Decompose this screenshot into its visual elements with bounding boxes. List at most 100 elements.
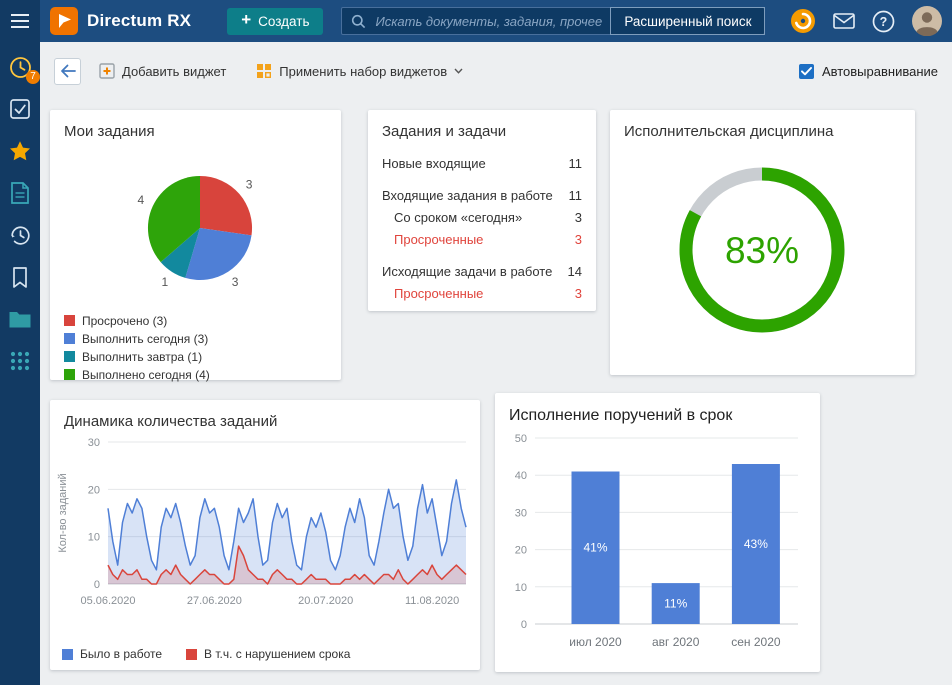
donut-chart: 83% — [610, 144, 915, 374]
svg-text:4: 4 — [138, 193, 145, 207]
svg-text:10: 10 — [88, 531, 100, 543]
sidebar-item-assignments[interactable]: 7 — [7, 54, 33, 80]
svg-text:11%: 11% — [664, 597, 687, 611]
widget-task-dynamics[interactable]: Динамика количества заданий 0 10 20 30 Кол-в… — [50, 400, 480, 670]
widget-discipline[interactable]: Исполнительская дисциплина 83% — [610, 110, 915, 375]
sidebar-item-recent[interactable] — [7, 222, 33, 248]
task-summary-row[interactable]: Входящие задания в работе11 — [382, 185, 582, 207]
dashboard: Добавить виджет Применить набор виджетов… — [40, 42, 952, 685]
task-check-icon — [9, 98, 31, 120]
add-widget-button[interactable]: Добавить виджет — [99, 63, 226, 79]
widget-title: Исполнение поручений в срок — [495, 393, 820, 426]
svg-text:3: 3 — [246, 177, 253, 191]
svg-text:30: 30 — [515, 507, 527, 519]
legend-item: Было в работе — [62, 647, 162, 661]
menu-button[interactable] — [0, 0, 40, 42]
svg-text:40: 40 — [515, 470, 527, 482]
create-button[interactable]: + Создать — [227, 8, 323, 35]
history-icon — [9, 224, 32, 247]
svg-text:50: 50 — [515, 433, 527, 445]
document-icon — [10, 181, 30, 205]
legend-item: Выполнено сегодня (4) — [64, 366, 341, 384]
search-bar[interactable]: Расширенный поиск — [341, 7, 765, 35]
legend-item: Выполнить сегодня (3) — [64, 330, 341, 348]
auto-align-label: Автовыравнивание — [822, 64, 938, 79]
dashboard-toolbar: Добавить виджет Применить набор виджетов… — [40, 42, 952, 100]
pie-chart: 3 3 1 4 — [50, 144, 341, 307]
svg-text:83%: 83% — [725, 230, 799, 271]
svg-text:сен 2020: сен 2020 — [731, 635, 781, 649]
plus-icon: + — [241, 10, 251, 30]
widget-ontime-orders[interactable]: Исполнение поручений в срок 0 10 20 30 40 50 4… — [495, 393, 820, 672]
folder-icon — [8, 309, 32, 329]
star-icon — [8, 139, 32, 163]
svg-text:05.06.2020: 05.06.2020 — [80, 595, 135, 607]
sidebar-item-documents[interactable] — [7, 180, 33, 206]
directum-logo-icon — [50, 7, 78, 35]
tasks-summary-list: Новые входящие11 Входящие задания в работ… — [368, 144, 596, 305]
svg-text:июл 2020: июл 2020 — [569, 635, 622, 649]
check-icon — [801, 67, 812, 76]
widget-title: Задания и задачи — [368, 110, 596, 144]
svg-text:10: 10 — [515, 582, 527, 594]
widget-title: Динамика количества заданий — [50, 400, 480, 434]
assistant-icon[interactable] — [790, 8, 816, 34]
svg-text:авг 2020: авг 2020 — [652, 635, 700, 649]
bar-chart: 0 10 20 30 40 50 41% июл 2020 11% авг 2020 43% сен … — [495, 426, 820, 669]
svg-text:1: 1 — [162, 275, 169, 289]
widget-set-icon — [256, 63, 272, 79]
sidebar-item-tasks[interactable] — [7, 96, 33, 122]
help-icon[interactable]: ? — [872, 10, 895, 33]
svg-text:27.06.2020: 27.06.2020 — [187, 595, 242, 607]
svg-text:43%: 43% — [744, 537, 768, 551]
topbar: Directum RX + Создать Расширенный поиск — [0, 0, 952, 42]
search-input[interactable] — [373, 13, 606, 30]
legend-item: Выполнить завтра (1) — [64, 348, 341, 366]
search-icon — [351, 14, 366, 29]
app-name: Directum RX — [87, 11, 191, 31]
line-chart: 0 10 20 30 Кол-во заданий 05.06.2020 27.06.202… — [50, 434, 480, 645]
svg-text:20: 20 — [515, 545, 527, 557]
widget-my-tasks[interactable]: Мои задания 3314 Просрочено (3)Выполнить… — [50, 110, 341, 380]
sidebar-item-folders[interactable] — [7, 306, 33, 332]
sidebar-item-apps[interactable] — [7, 348, 33, 374]
svg-text:?: ? — [880, 15, 888, 29]
user-avatar[interactable] — [912, 6, 942, 36]
task-summary-row[interactable]: Исходящие задачи в работе14 — [382, 261, 582, 283]
task-summary-row[interactable]: Просроченные3 — [382, 229, 582, 251]
sidebar-item-bookmarks[interactable] — [7, 264, 33, 290]
svg-text:0: 0 — [521, 619, 527, 631]
svg-text:30: 30 — [88, 437, 100, 449]
auto-align-checkbox[interactable] — [799, 64, 814, 79]
apply-widget-set-button[interactable]: Применить набор виджетов — [256, 63, 463, 79]
assignments-count-badge: 7 — [26, 70, 40, 84]
svg-text:20: 20 — [88, 484, 100, 496]
chevron-down-icon — [454, 68, 463, 74]
sidebar: 7 — [0, 42, 40, 685]
svg-text:11.08.2020: 11.08.2020 — [405, 595, 459, 607]
bookmark-icon — [11, 266, 29, 289]
advanced-search-button[interactable]: Расширенный поиск — [610, 7, 765, 35]
svg-text:20.07.2020: 20.07.2020 — [298, 595, 353, 607]
app-logo[interactable]: Directum RX — [50, 7, 191, 35]
svg-text:3: 3 — [232, 275, 239, 289]
svg-text:Кол-во заданий: Кол-во заданий — [57, 473, 69, 552]
legend-item: Просрочено (3) — [64, 312, 341, 330]
svg-text:41%: 41% — [583, 541, 607, 555]
back-button[interactable] — [54, 58, 81, 85]
task-summary-row[interactable]: Новые входящие11 — [382, 153, 582, 175]
pie-legend: Просрочено (3)Выполнить сегодня (3)Выпол… — [50, 307, 341, 384]
widget-tasks-summary[interactable]: Задания и задачи Новые входящие11 Входящи… — [368, 110, 596, 311]
task-summary-row[interactable]: Просроченные3 — [382, 283, 582, 305]
svg-text:0: 0 — [94, 579, 100, 591]
topbar-icons: ? — [790, 6, 952, 36]
back-arrow-icon — [60, 64, 76, 78]
sidebar-item-favorites[interactable] — [7, 138, 33, 164]
apps-grid-icon — [10, 351, 30, 371]
widget-title: Исполнительская дисциплина — [610, 110, 915, 144]
widget-title: Мои задания — [50, 110, 341, 144]
task-summary-row[interactable]: Со сроком «сегодня»3 — [382, 207, 582, 229]
mail-icon[interactable] — [833, 13, 855, 29]
auto-align-toggle[interactable]: Автовыравнивание — [799, 64, 938, 79]
legend-item: В т.ч. с нарушением срока — [186, 647, 350, 661]
